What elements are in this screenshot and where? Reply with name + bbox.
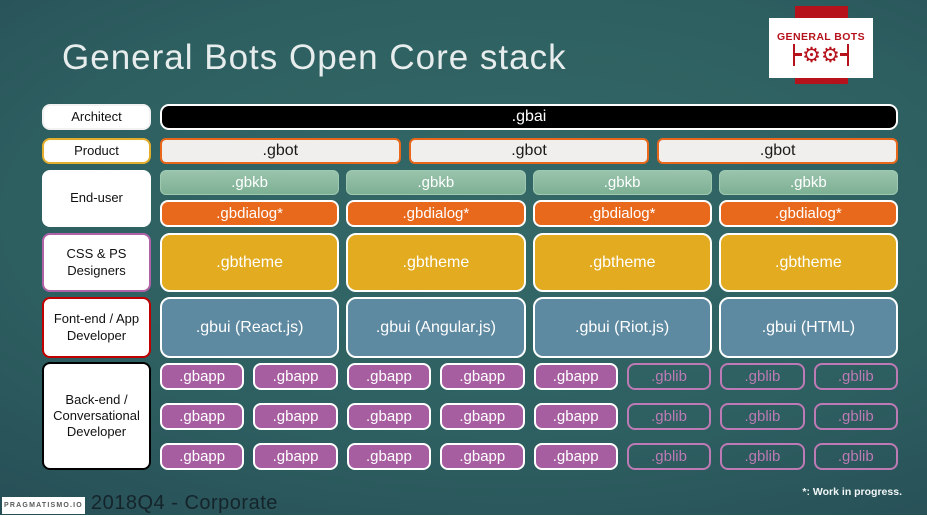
row-gbot: .gbot .gbot .gbot — [160, 138, 899, 164]
logo-brand-text: GENERAL BOTS — [776, 30, 866, 43]
row-gbapp-3: .gbapp .gbapp .gbapp .gbapp .gbapp .gbli… — [160, 443, 898, 470]
gbapp-box: .gbapp — [346, 403, 432, 430]
gbtheme-box: .gbtheme — [346, 233, 526, 292]
page-title: General Bots Open Core stack — [62, 38, 567, 77]
gblib-box: .gblib — [720, 363, 805, 390]
layer-label-end-user: End-user — [42, 170, 151, 227]
gbapp-box: .gbapp — [253, 443, 338, 470]
row-gbapp-2: .gbapp .gbapp .gbapp .gbapp .gbapp .gbli… — [160, 403, 898, 430]
gblib-box: .gblib — [626, 443, 712, 470]
gblib-box: .gblib — [813, 443, 898, 470]
gbtheme-box: .gbtheme — [160, 233, 340, 292]
layer-label-architect: Architect — [42, 104, 151, 130]
gbapp-box: .gbapp — [533, 403, 618, 430]
gbapp-box: .gbapp — [533, 363, 618, 390]
gbtheme-box: .gbtheme — [532, 233, 712, 292]
layer-label-designers: CSS & PS Designers — [42, 233, 151, 292]
gears-icon: ⚙ ⚙ — [792, 42, 850, 67]
slide-background: General Bots Open Core stack GENERAL BOT… — [0, 0, 927, 517]
gbui-html-box: .gbui (HTML) — [718, 297, 898, 358]
gbdialog-box: .gbdialog* — [532, 200, 712, 227]
gblib-box: .gblib — [626, 363, 712, 390]
gbapp-box: .gbapp — [346, 363, 432, 390]
gear-icon: ⚙ — [802, 42, 821, 67]
gbapp-box: .gbapp — [533, 443, 618, 470]
gear-line-right — [839, 53, 847, 56]
gbdialog-box: .gbdialog* — [346, 200, 526, 227]
work-in-progress-note: *: Work in progress. — [802, 486, 902, 498]
gear-icon: ⚙ — [821, 42, 840, 67]
general-bots-logo: GENERAL BOTS ⚙ ⚙ — [769, 18, 873, 78]
gbot-box: .gbot — [160, 138, 401, 164]
gbapp-box: .gbapp — [440, 443, 525, 470]
row-gbdialog: .gbdialog* .gbdialog* .gbdialog* .gbdial… — [160, 200, 898, 227]
gblib-box: .gblib — [813, 403, 898, 430]
gbkb-box: .gbkb — [346, 170, 526, 195]
gbapp-box: .gbapp — [253, 403, 338, 430]
gbot-box: .gbot — [408, 138, 650, 164]
gblib-box: .gblib — [626, 403, 712, 430]
gblib-box: .gblib — [720, 443, 805, 470]
gbdialog-box: .gbdialog* — [160, 200, 340, 227]
layer-label-backend-developer: Back-end / Conversational Developer — [42, 362, 151, 470]
gbapp-box: .gbapp — [346, 443, 432, 470]
layer-label-frontend-developer: Font-end / App Developer — [42, 297, 151, 358]
gblib-box: .gblib — [813, 363, 898, 390]
pragmatismo-watermark: PRAGMATISMO.IO — [2, 497, 85, 514]
gbai-box: .gbai — [160, 104, 898, 130]
row-gbtheme: .gbtheme .gbtheme .gbtheme .gbtheme — [160, 233, 898, 292]
gblib-box: .gblib — [720, 403, 805, 430]
gear-bar-right — [846, 43, 850, 66]
edition-text: 2018Q4 - Corporate — [91, 492, 278, 514]
gbapp-box: .gbapp — [440, 363, 525, 390]
gbdialog-box: .gbdialog* — [718, 200, 898, 227]
gbapp-box: .gbapp — [253, 363, 338, 390]
gbapp-box: .gbapp — [160, 443, 245, 470]
gbui-riot-box: .gbui (Riot.js) — [532, 297, 712, 358]
gbkb-box: .gbkb — [160, 170, 340, 195]
row-gbkb: .gbkb .gbkb .gbkb .gbkb — [160, 170, 898, 195]
gbui-angular-box: .gbui (Angular.js) — [346, 297, 526, 358]
gear-line-left — [795, 53, 803, 56]
gbapp-box: .gbapp — [160, 363, 245, 390]
gbot-box: .gbot — [657, 138, 899, 164]
gbtheme-box: .gbtheme — [718, 233, 898, 292]
row-gbui: .gbui (React.js) .gbui (Angular.js) .gbu… — [160, 297, 898, 358]
gbkb-box: .gbkb — [532, 170, 712, 195]
gbapp-box: .gbapp — [160, 403, 245, 430]
row-gbai: .gbai — [160, 104, 898, 130]
layer-label-product: Product — [42, 138, 151, 164]
gbkb-box: .gbkb — [718, 170, 898, 195]
gbapp-box: .gbapp — [440, 403, 525, 430]
row-gbapp-1: .gbapp .gbapp .gbapp .gbapp .gbapp .gbli… — [160, 363, 898, 390]
gbui-react-box: .gbui (React.js) — [160, 297, 340, 358]
